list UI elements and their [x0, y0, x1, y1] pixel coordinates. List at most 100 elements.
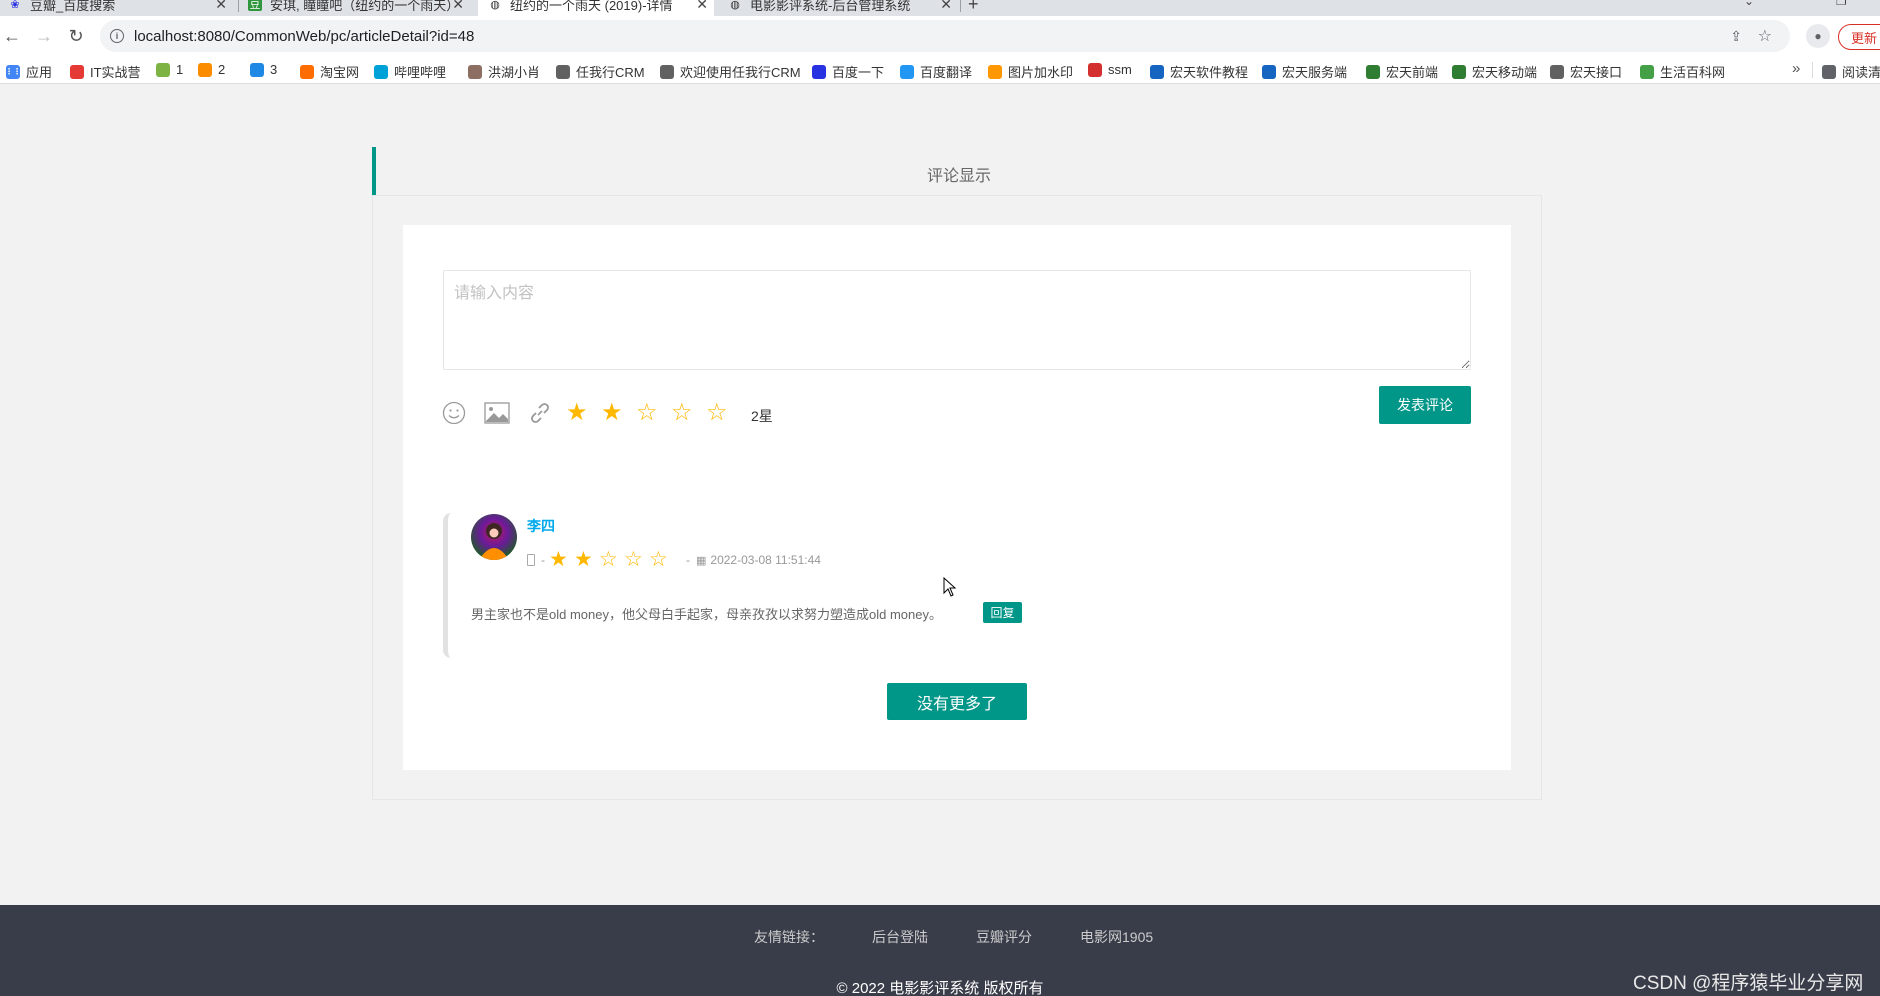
footer-links: 友情链接： 后台登陆 豆瓣评分 电影网1905: [754, 927, 1201, 947]
forward-arrow-icon[interactable]: →: [32, 24, 56, 48]
tab-separator: [238, 0, 239, 12]
bookmark-item[interactable]: 宏天服务端: [1262, 62, 1347, 81]
douban-icon: 豆: [248, 0, 262, 11]
back-arrow-icon[interactable]: ←: [0, 24, 24, 48]
bookmark-item[interactable]: 百度一下: [812, 62, 884, 81]
submit-comment-button[interactable]: 发表评论: [1379, 386, 1471, 424]
bookmark-item[interactable]: 图片加水印: [988, 62, 1073, 81]
no-more-button[interactable]: 没有更多了: [887, 683, 1027, 720]
bookmark-item[interactable]: 宏天接口: [1550, 62, 1622, 81]
close-icon[interactable]: ✕: [940, 0, 952, 13]
star-filled-icon[interactable]: ★: [566, 398, 601, 428]
bookmark-item[interactable]: 淘宝网: [300, 62, 359, 81]
comment-user-name[interactable]: 李四: [527, 516, 555, 536]
reply-button[interactable]: 回复: [983, 602, 1022, 623]
reading-list-icon: [1822, 64, 1836, 79]
copyright: © 2022 电影影评系统 版权所有: [836, 980, 1044, 996]
share-icon[interactable]: ⇪: [1730, 28, 1742, 45]
emoji-icon[interactable]: [441, 400, 467, 426]
bookmark-item[interactable]: 洪湖小肖: [468, 62, 540, 81]
image-icon[interactable]: [484, 400, 510, 426]
chevron-down-icon[interactable]: ⌄: [1744, 0, 1754, 8]
bookmark-item[interactable]: 宏天软件教程: [1150, 62, 1248, 81]
bookmark-item[interactable]: 哔哩哔哩: [374, 62, 446, 81]
comment-time: 2022-03-08 11:51:44: [710, 553, 821, 567]
comment-input[interactable]: [443, 270, 1471, 370]
new-tab-icon[interactable]: +: [968, 0, 979, 15]
link-icon[interactable]: [527, 400, 553, 426]
bookmark-item[interactable]: ssm: [1088, 62, 1132, 77]
update-button[interactable]: 更新: [1838, 24, 1880, 50]
comment-meta: - ★ ★ ☆ ☆ ☆ - ▦ 2022-03-08 11:51:44: [527, 549, 821, 571]
rating-stars[interactable]: ★ ★ ☆ ☆ ☆: [566, 398, 741, 428]
star-empty-icon[interactable]: ☆: [706, 398, 741, 428]
bookmark-favicon-icon: [300, 64, 314, 79]
bookmark-favicon-icon: [1088, 62, 1102, 77]
bookmark-item[interactable]: 3: [250, 62, 277, 77]
reload-icon[interactable]: ↻: [64, 24, 88, 48]
browser-tab[interactable]: 豆 安琪, 瞳瞳吧（纽约的一个雨天） ✕: [248, 0, 470, 16]
bookmark-label: 宏天移动端: [1472, 65, 1538, 80]
browser-tab[interactable]: ◍ 电影影评系统-后台管理系统 ✕: [728, 0, 958, 16]
bookmark-item[interactable]: 任我行CRM: [556, 62, 645, 81]
tab-title: 安琪, 瞳瞳吧（纽约的一个雨天）: [270, 0, 460, 13]
profile-avatar-icon[interactable]: ●: [1806, 24, 1830, 48]
browser-tab-active[interactable]: ◍ 纽约的一个雨天 (2019)-详情 ✕: [478, 0, 714, 16]
bookmark-favicon-icon: [1640, 64, 1654, 79]
info-icon[interactable]: i: [110, 29, 124, 43]
bookmark-item[interactable]: 宏天移动端: [1452, 62, 1537, 81]
bookmark-label: 宏天前端: [1386, 65, 1439, 80]
rating-text: 2星: [751, 408, 773, 424]
bookmark-label: ssm: [1108, 62, 1132, 77]
restore-window-icon[interactable]: ❐: [1836, 0, 1847, 8]
bookmark-item[interactable]: ⋮⋮ 应用: [5, 62, 53, 81]
avatar[interactable]: [471, 514, 517, 560]
comment-text: 男主家也不是old money，他父母白手起家，母亲孜孜以求努力塑造成old m…: [471, 607, 942, 622]
bookmark-item[interactable]: IT实战营: [70, 62, 141, 81]
star-filled-icon[interactable]: ★: [601, 398, 636, 428]
calendar-icon: ▦: [696, 554, 707, 567]
bookmark-star-icon[interactable]: ☆: [1758, 26, 1772, 46]
url-text[interactable]: localhost:8080/CommonWeb/pc/articleDetai…: [134, 28, 474, 45]
star-empty-icon[interactable]: ☆: [636, 398, 671, 428]
bookmark-label: 图片加水印: [1008, 65, 1074, 80]
bookmark-item[interactable]: 宏天前端: [1366, 62, 1438, 81]
star-filled-icon: ★: [574, 548, 593, 571]
bookmark-label: 哔哩哔哩: [394, 65, 447, 80]
reading-list-item[interactable]: 阅读清: [1822, 62, 1880, 81]
address-bar[interactable]: i localhost:8080/CommonWeb/pc/articleDet…: [100, 20, 1790, 52]
footer-link-admin-login[interactable]: 后台登陆: [872, 927, 928, 947]
bookmark-favicon-icon: [1366, 64, 1380, 79]
globe-icon: ◍: [730, 0, 740, 11]
bookmark-favicon-icon: [660, 64, 674, 79]
tab-title: 豆瓣_百度搜索: [30, 0, 116, 13]
bookmark-label: 洪湖小肖: [488, 65, 541, 80]
bookmark-label: 应用: [26, 65, 53, 80]
bookmark-label: 百度一下: [832, 65, 885, 80]
browser-tab[interactable]: ❀ 豆瓣_百度搜索 ✕: [8, 0, 233, 16]
star-empty-icon[interactable]: ☆: [671, 398, 706, 428]
bookmark-label: 宏天服务端: [1282, 65, 1348, 80]
bookmark-label: 百度翻译: [920, 65, 973, 80]
bookmark-favicon-icon: [812, 64, 826, 79]
bookmark-item[interactable]: 1: [156, 62, 183, 77]
bookmark-favicon-icon: [556, 64, 570, 79]
star-empty-icon: ☆: [649, 548, 668, 571]
tab-separator: [960, 0, 961, 12]
bookmark-label: 任我行CRM: [576, 65, 645, 80]
close-icon[interactable]: ✕: [215, 0, 227, 13]
bookmarks-more-icon[interactable]: »: [1792, 60, 1800, 77]
csdn-watermark: CSDN @程序猿毕业分享网: [1633, 973, 1864, 994]
footer-link-1905[interactable]: 电影网1905: [1080, 927, 1153, 947]
footer-links-title: 友情链接：: [754, 929, 824, 945]
close-icon[interactable]: ✕: [696, 0, 708, 13]
bookmark-item[interactable]: 生活百科网: [1640, 62, 1725, 81]
close-icon[interactable]: ✕: [452, 0, 464, 13]
bookmark-item[interactable]: 2: [198, 62, 225, 77]
bookmark-favicon-icon: [1550, 64, 1564, 79]
browser-tabstrip: ❀ 豆瓣_百度搜索 ✕ 豆 安琪, 瞳瞳吧（纽约的一个雨天） ✕ ◍ 纽约的一个…: [0, 0, 1880, 16]
footer-link-douban[interactable]: 豆瓣评分: [976, 927, 1032, 947]
bookmark-item[interactable]: 百度翻译: [900, 62, 972, 81]
browser-toolbar: ← → ↻ i localhost:8080/CommonWeb/pc/arti…: [0, 16, 1880, 56]
bookmark-item[interactable]: 欢迎使用任我行CRM: [660, 62, 801, 81]
